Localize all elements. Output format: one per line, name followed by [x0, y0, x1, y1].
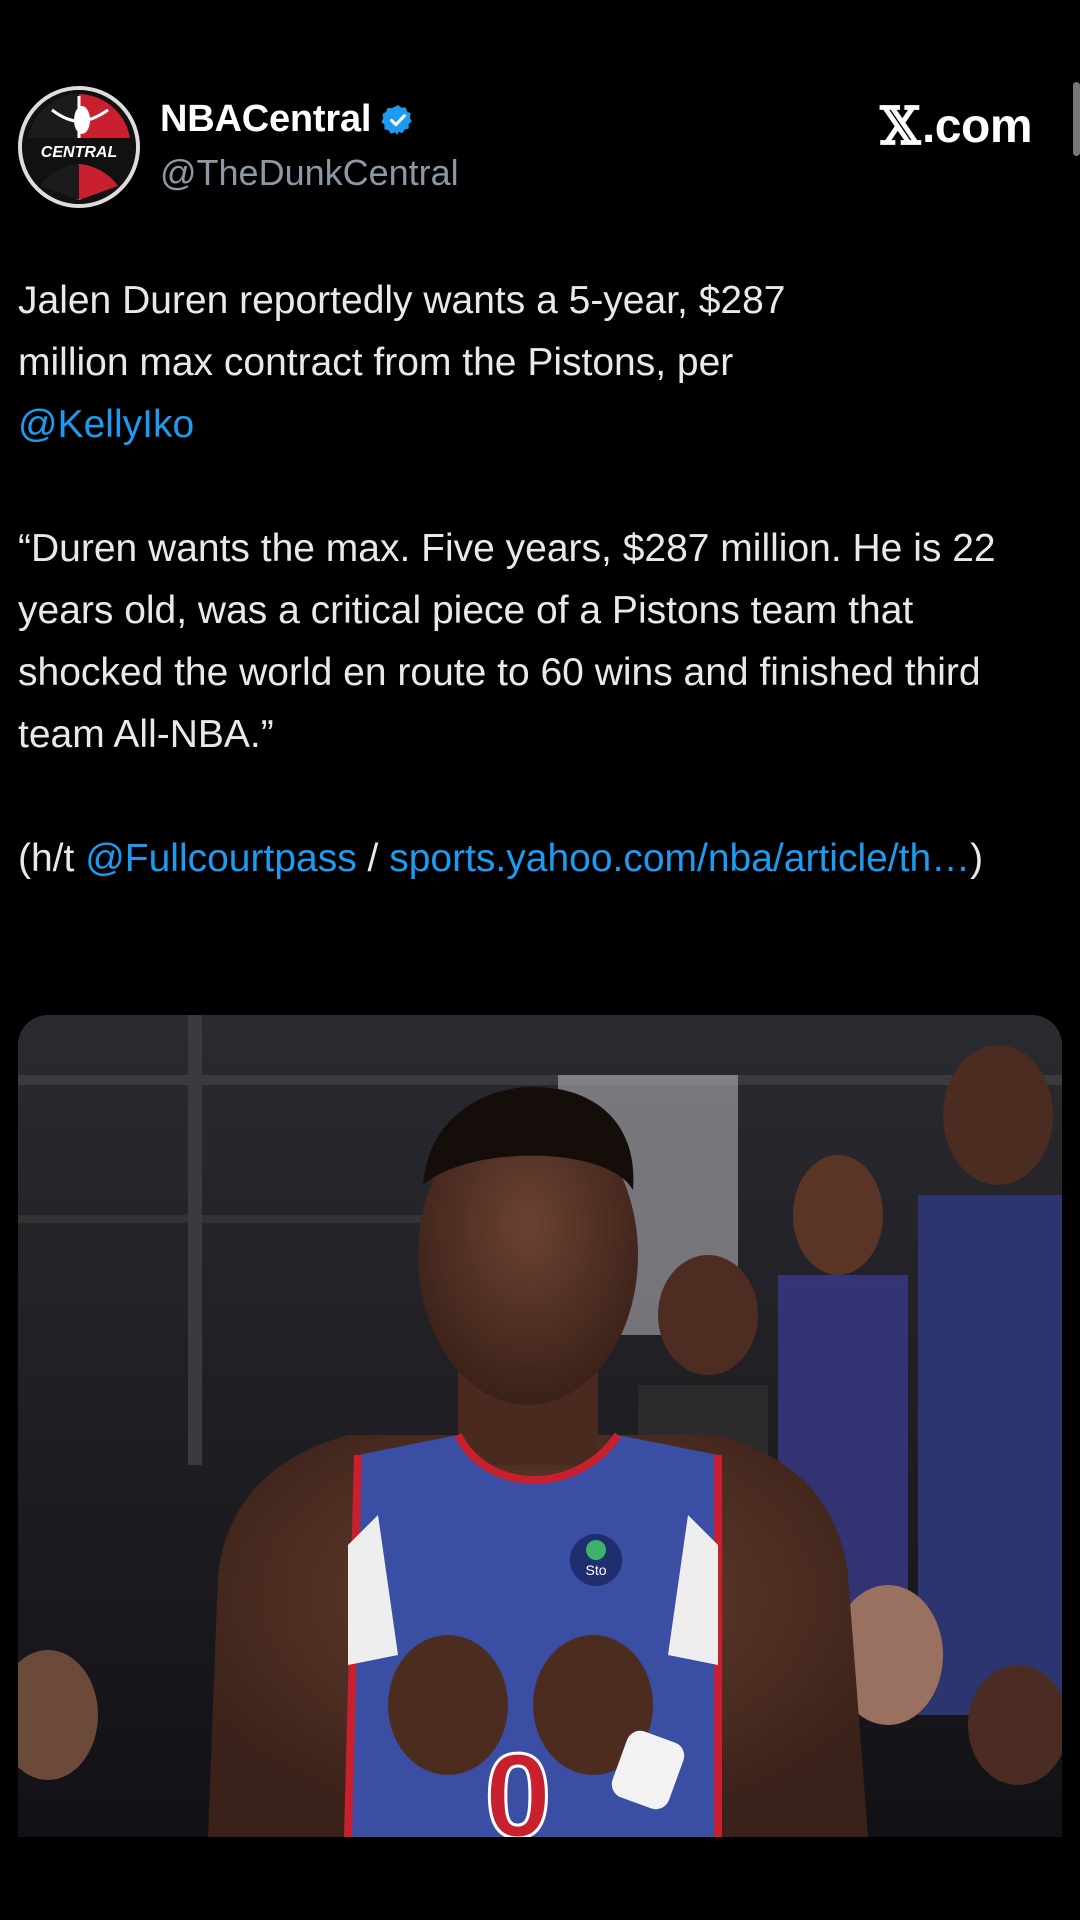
mention-fullcourtpass[interactable]: @Fullcourtpass	[85, 837, 357, 880]
tweet-line: million max contract from the Pistons, p…	[18, 341, 734, 384]
tweet-line: Jalen Duren reportedly wants a 5-year, $…	[18, 279, 786, 322]
display-name[interactable]: NBACentral	[160, 98, 371, 141]
credit-separator: /	[356, 837, 390, 880]
article-link[interactable]: sports.yahoo.com/nba/article/th…	[389, 837, 970, 880]
tweet-quote: “Duren wants the max. Five years, $287 m…	[18, 527, 996, 756]
scrollbar[interactable]	[1073, 82, 1080, 156]
verified-badge-icon	[381, 104, 412, 135]
name-row: NBACentral	[160, 98, 415, 141]
jersey-sponsor: Sto	[585, 1562, 606, 1578]
tweet-header: CENTRAL NBACentral @TheDunkCentral 𝕏 .com	[0, 0, 1080, 220]
mention-kellyiko[interactable]: @KellyIko	[18, 403, 194, 446]
credit-prefix: (h/t	[18, 837, 86, 880]
brand-label: 𝕏 .com	[880, 96, 1032, 157]
avatar-text: CENTRAL	[41, 144, 117, 161]
x-logo-icon: 𝕏	[880, 96, 920, 157]
user-handle[interactable]: @TheDunkCentral	[160, 152, 459, 194]
player-photo-illustration: Sto 0	[18, 1015, 1062, 1837]
nbacentral-logo-icon: CENTRAL	[22, 90, 136, 204]
brand-suffix: .com	[921, 100, 1033, 153]
avatar[interactable]: CENTRAL	[18, 86, 140, 208]
credit-suffix: )	[970, 837, 984, 880]
tweet-text: Jalen Duren reportedly wants a 5-year, $…	[18, 270, 1058, 890]
tweet-photo[interactable]: Sto 0	[18, 1015, 1062, 1837]
tweet-paragraph-1: Jalen Duren reportedly wants a 5-year, $…	[18, 270, 1058, 456]
jersey-number: 0	[485, 1729, 552, 1837]
tweet-credit: (h/t @Fullcourtpass / sports.yahoo.com/n…	[18, 828, 1058, 890]
